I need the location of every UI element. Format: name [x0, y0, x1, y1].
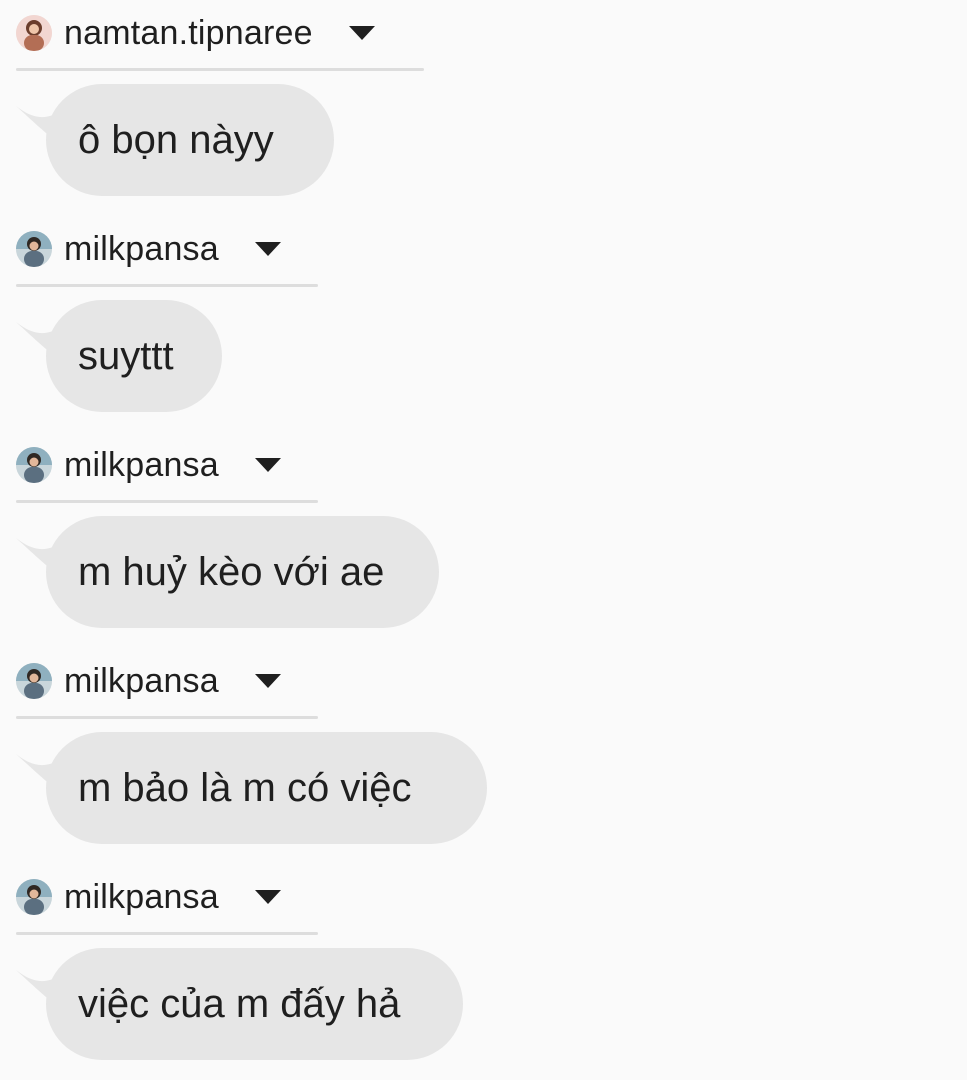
sender-name[interactable]: milkpansa — [64, 228, 219, 270]
caret-down-icon[interactable] — [253, 240, 283, 258]
profile-photo-avatar[interactable] — [16, 231, 52, 267]
caret-down-icon[interactable] — [253, 456, 283, 474]
message-text: m bảo là m có việc — [78, 766, 412, 810]
message-block: milkpansa việc của m đấy hả — [0, 864, 967, 1080]
sender-divider — [16, 68, 424, 71]
sender-name[interactable]: milkpansa — [64, 660, 219, 702]
sender-header[interactable]: milkpansa — [16, 228, 283, 270]
profile-photo-avatar[interactable] — [16, 447, 52, 483]
sender-name[interactable]: milkpansa — [64, 876, 219, 918]
sender-header[interactable]: milkpansa — [16, 876, 283, 918]
profile-photo-avatar[interactable] — [16, 15, 52, 51]
message-bubble[interactable]: m bảo là m có việc — [46, 732, 487, 844]
message-block: namtan.tipnaree ô bọn nàyy — [0, 0, 967, 216]
message-bubble[interactable]: việc của m đấy hả — [46, 948, 463, 1060]
message-bubble-wrap: ô bọn nàyy — [16, 84, 334, 196]
sender-name[interactable]: milkpansa — [64, 444, 219, 486]
sender-divider — [16, 284, 318, 287]
caret-down-icon[interactable] — [253, 888, 283, 906]
message-text: ô bọn nàyy — [78, 118, 274, 162]
message-block: milkpansa suyttt — [0, 216, 967, 432]
message-text: việc của m đấy hả — [78, 982, 401, 1026]
profile-photo-avatar[interactable] — [16, 663, 52, 699]
chat-thread: namtan.tipnaree ô bọn nàyy milkpansa suy… — [0, 0, 967, 1074]
message-bubble-wrap: suyttt — [16, 300, 222, 412]
caret-down-icon[interactable] — [253, 672, 283, 690]
message-text: suyttt — [78, 334, 174, 378]
message-bubble-wrap: việc của m đấy hả — [16, 948, 463, 1060]
sender-divider — [16, 716, 318, 719]
sender-divider — [16, 500, 318, 503]
message-bubble[interactable]: m huỷ kèo với ae — [46, 516, 439, 628]
sender-header[interactable]: milkpansa — [16, 660, 283, 702]
sender-header[interactable]: namtan.tipnaree — [16, 12, 377, 54]
message-bubble-wrap: m huỷ kèo với ae — [16, 516, 439, 628]
sender-divider — [16, 932, 318, 935]
message-block: milkpansa m bảo là m có việc — [0, 648, 967, 864]
message-bubble-wrap: m bảo là m có việc — [16, 732, 487, 844]
message-bubble[interactable]: ô bọn nàyy — [46, 84, 334, 196]
message-block: milkpansa m huỷ kèo với ae — [0, 432, 967, 648]
sender-name[interactable]: namtan.tipnaree — [64, 12, 313, 54]
caret-down-icon[interactable] — [347, 24, 377, 42]
profile-photo-avatar[interactable] — [16, 879, 52, 915]
message-text: m huỷ kèo với ae — [78, 550, 385, 594]
sender-header[interactable]: milkpansa — [16, 444, 283, 486]
message-bubble[interactable]: suyttt — [46, 300, 222, 412]
